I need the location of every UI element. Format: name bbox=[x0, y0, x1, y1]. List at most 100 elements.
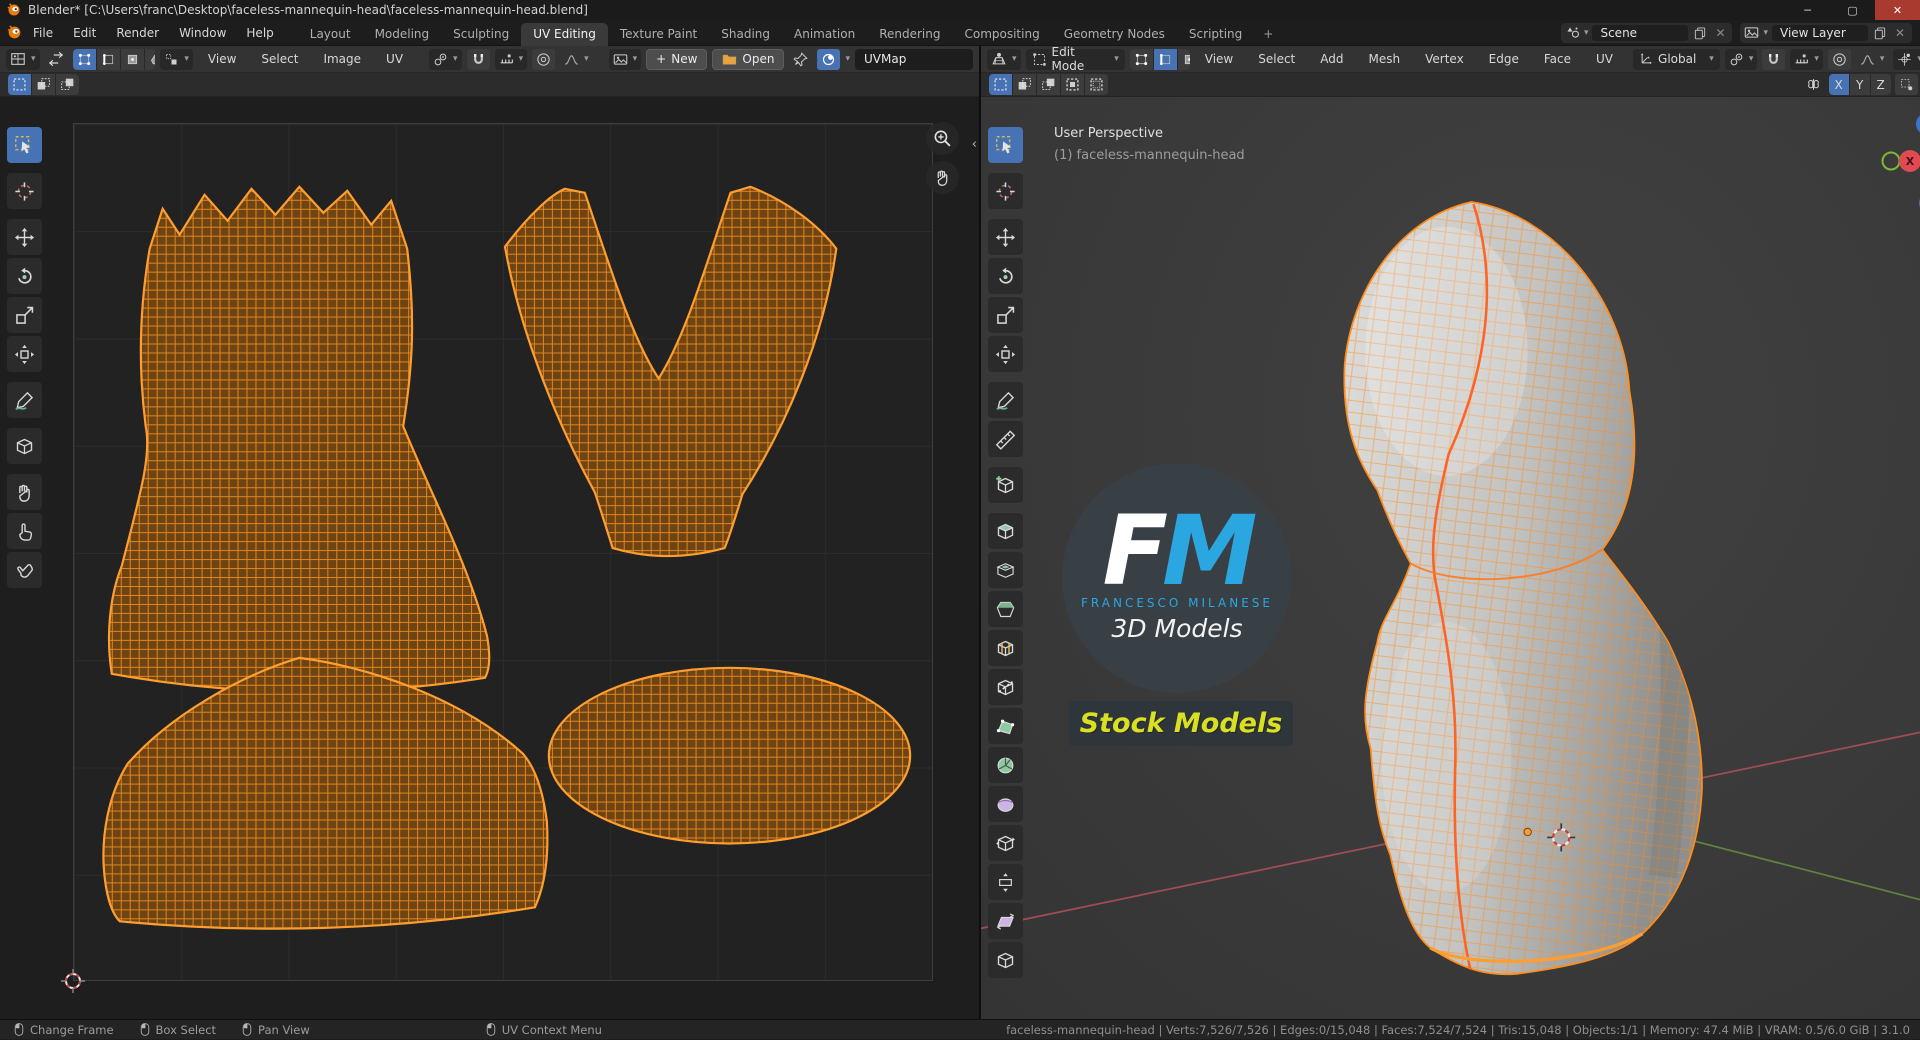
uv-vertex-select-button[interactable] bbox=[73, 49, 96, 70]
pan-hand-icon[interactable] bbox=[926, 161, 959, 194]
scale-tool[interactable] bbox=[988, 297, 1023, 333]
loop-cut-tool[interactable] bbox=[988, 630, 1023, 666]
spin-tool[interactable] bbox=[988, 747, 1023, 783]
vp-menu-mesh[interactable]: Mesh bbox=[1359, 46, 1411, 72]
vp-menu-add[interactable]: Add bbox=[1310, 46, 1353, 72]
pivot-point-dropdown[interactable]: ▾ bbox=[429, 49, 462, 70]
vp-menu-edge[interactable]: Edge bbox=[1479, 46, 1529, 72]
select-subtract-button[interactable] bbox=[1037, 74, 1060, 95]
relax-tool[interactable] bbox=[7, 513, 42, 549]
edge-slide-tool[interactable] bbox=[988, 825, 1023, 861]
tab-modeling[interactable]: Modeling bbox=[363, 23, 442, 46]
tab-geometry-nodes[interactable]: Geometry Nodes bbox=[1052, 23, 1177, 46]
mode-dropdown[interactable]: Edit Mode▾ bbox=[1026, 49, 1125, 70]
vp-canvas[interactable]: User Perspective (1) faceless-mannequin-… bbox=[981, 97, 1920, 1019]
editor-type-dropdown[interactable]: ▾ bbox=[987, 49, 1021, 70]
unlink-scene-icon[interactable]: ✕ bbox=[1712, 25, 1728, 41]
uv-menu-select[interactable]: Select bbox=[251, 46, 308, 72]
uv-menu-image[interactable]: Image bbox=[313, 46, 371, 72]
snap-settings-dropdown[interactable]: ▾ bbox=[1790, 49, 1823, 70]
new-scene-icon[interactable] bbox=[1692, 25, 1708, 41]
menu-help[interactable]: Help bbox=[236, 20, 283, 46]
snap-base-icon[interactable] bbox=[1895, 74, 1918, 95]
cursor-2d-tool[interactable] bbox=[7, 173, 42, 209]
uv-select-subtract-button[interactable] bbox=[56, 74, 79, 95]
scene-name[interactable]: Scene bbox=[1592, 25, 1688, 41]
pin-image-toggle[interactable] bbox=[789, 49, 812, 70]
minimize-button[interactable]: ─ bbox=[1785, 0, 1830, 20]
menu-window[interactable]: Window bbox=[169, 20, 236, 46]
uv-island-select-button[interactable] bbox=[145, 49, 156, 70]
menu-render[interactable]: Render bbox=[106, 20, 169, 46]
editor-type-dropdown[interactable]: ▾ bbox=[6, 49, 40, 70]
add-cube-tool[interactable] bbox=[988, 467, 1023, 503]
transform-orientation-dropdown[interactable]: Global▾ bbox=[1633, 49, 1720, 70]
poly-build-tool[interactable] bbox=[988, 708, 1023, 744]
uv-sync-selection-toggle[interactable] bbox=[45, 49, 68, 70]
active-uv-texture-toggle[interactable] bbox=[817, 49, 840, 70]
navigation-gizmo[interactable]: Z X Y bbox=[1877, 107, 1920, 219]
cursor-tool[interactable] bbox=[988, 173, 1023, 209]
tab-rendering[interactable]: Rendering bbox=[867, 23, 952, 46]
select-new-button[interactable] bbox=[989, 74, 1012, 95]
pinch-tool[interactable] bbox=[7, 552, 42, 588]
smooth-tool[interactable] bbox=[988, 786, 1023, 822]
inset-faces-tool[interactable] bbox=[988, 552, 1023, 588]
rotate-tool[interactable] bbox=[988, 258, 1023, 294]
proportional-editing-toggle[interactable] bbox=[532, 49, 555, 70]
vp-menu-vertex[interactable]: Vertex bbox=[1415, 46, 1474, 72]
tab-compositing[interactable]: Compositing bbox=[952, 23, 1051, 46]
select-extend-button[interactable] bbox=[1013, 74, 1036, 95]
new-view-layer-icon[interactable] bbox=[1872, 25, 1888, 41]
view-layer-name[interactable]: View Layer bbox=[1772, 25, 1868, 41]
proportional-falloff-dropdown[interactable]: ▾ bbox=[1856, 49, 1889, 70]
scale-tool[interactable] bbox=[7, 297, 42, 333]
grab-tool[interactable] bbox=[7, 474, 42, 510]
rip-region-tool[interactable] bbox=[988, 942, 1023, 978]
new-image-button[interactable]: + New bbox=[646, 49, 707, 70]
proportional-falloff-dropdown[interactable]: ▾ bbox=[560, 49, 593, 70]
mirror-y-button[interactable]: Y bbox=[1850, 74, 1870, 95]
maximize-button[interactable]: ▢ bbox=[1830, 0, 1875, 20]
bevel-tool[interactable] bbox=[988, 591, 1023, 627]
mannequin-mesh[interactable] bbox=[1327, 184, 1717, 996]
sticky-selection-dropdown[interactable]: ▾ bbox=[160, 49, 193, 70]
mirror-x-button[interactable]: X bbox=[1829, 74, 1849, 95]
tab-animation[interactable]: Animation bbox=[782, 23, 867, 46]
move-tool[interactable] bbox=[988, 219, 1023, 255]
knife-tool[interactable] bbox=[988, 669, 1023, 705]
uv-select-extend-button[interactable] bbox=[32, 74, 55, 95]
snap-settings-dropdown[interactable]: ▾ bbox=[495, 49, 528, 70]
tab-texture-paint[interactable]: Texture Paint bbox=[608, 23, 709, 46]
uv-face-select-button[interactable] bbox=[121, 49, 144, 70]
shear-tool[interactable] bbox=[988, 903, 1023, 939]
remove-view-layer-icon[interactable]: ✕ bbox=[1892, 25, 1908, 41]
vertex-select-button[interactable] bbox=[1130, 49, 1153, 70]
show-gizmo-dropdown[interactable]: ▾ bbox=[1893, 49, 1920, 70]
vp-menu-view[interactable]: View bbox=[1195, 46, 1243, 72]
pivot-point-dropdown[interactable]: ▾ bbox=[1725, 49, 1758, 70]
move-tool[interactable] bbox=[7, 219, 42, 255]
open-image-button[interactable]: Open bbox=[712, 49, 784, 70]
uv-canvas[interactable]: ‹ bbox=[0, 97, 979, 1019]
tab-uv-editing[interactable]: UV Editing bbox=[521, 23, 608, 46]
edge-select-button[interactable] bbox=[1154, 49, 1177, 70]
add-workspace-button[interactable]: + bbox=[1254, 23, 1282, 46]
uv-menu-uv[interactable]: UV bbox=[376, 46, 413, 72]
menu-edit[interactable]: Edit bbox=[63, 20, 106, 46]
uv-map-name-field[interactable]: UVMap bbox=[855, 49, 973, 70]
vp-menu-uv[interactable]: UV bbox=[1586, 46, 1623, 72]
zoom-icon[interactable] bbox=[926, 122, 959, 155]
snap-toggle[interactable] bbox=[467, 49, 490, 70]
view-layer-selector[interactable]: ▾ View Layer ✕ bbox=[1740, 23, 1912, 43]
image-browse-dropdown[interactable]: ▾ bbox=[609, 49, 642, 70]
uv-select-new-button[interactable] bbox=[8, 74, 31, 95]
scene-selector[interactable]: ▾ Scene ✕ bbox=[1561, 23, 1733, 43]
rip-region-tool[interactable] bbox=[7, 428, 42, 464]
tab-shading[interactable]: Shading bbox=[709, 23, 782, 46]
mirror-z-button[interactable]: Z bbox=[1871, 74, 1891, 95]
select-box-tool[interactable] bbox=[7, 127, 42, 163]
transform-tool[interactable] bbox=[988, 336, 1023, 372]
snap-toggle[interactable] bbox=[1762, 49, 1785, 70]
blender-menu-icon[interactable] bbox=[6, 24, 23, 41]
